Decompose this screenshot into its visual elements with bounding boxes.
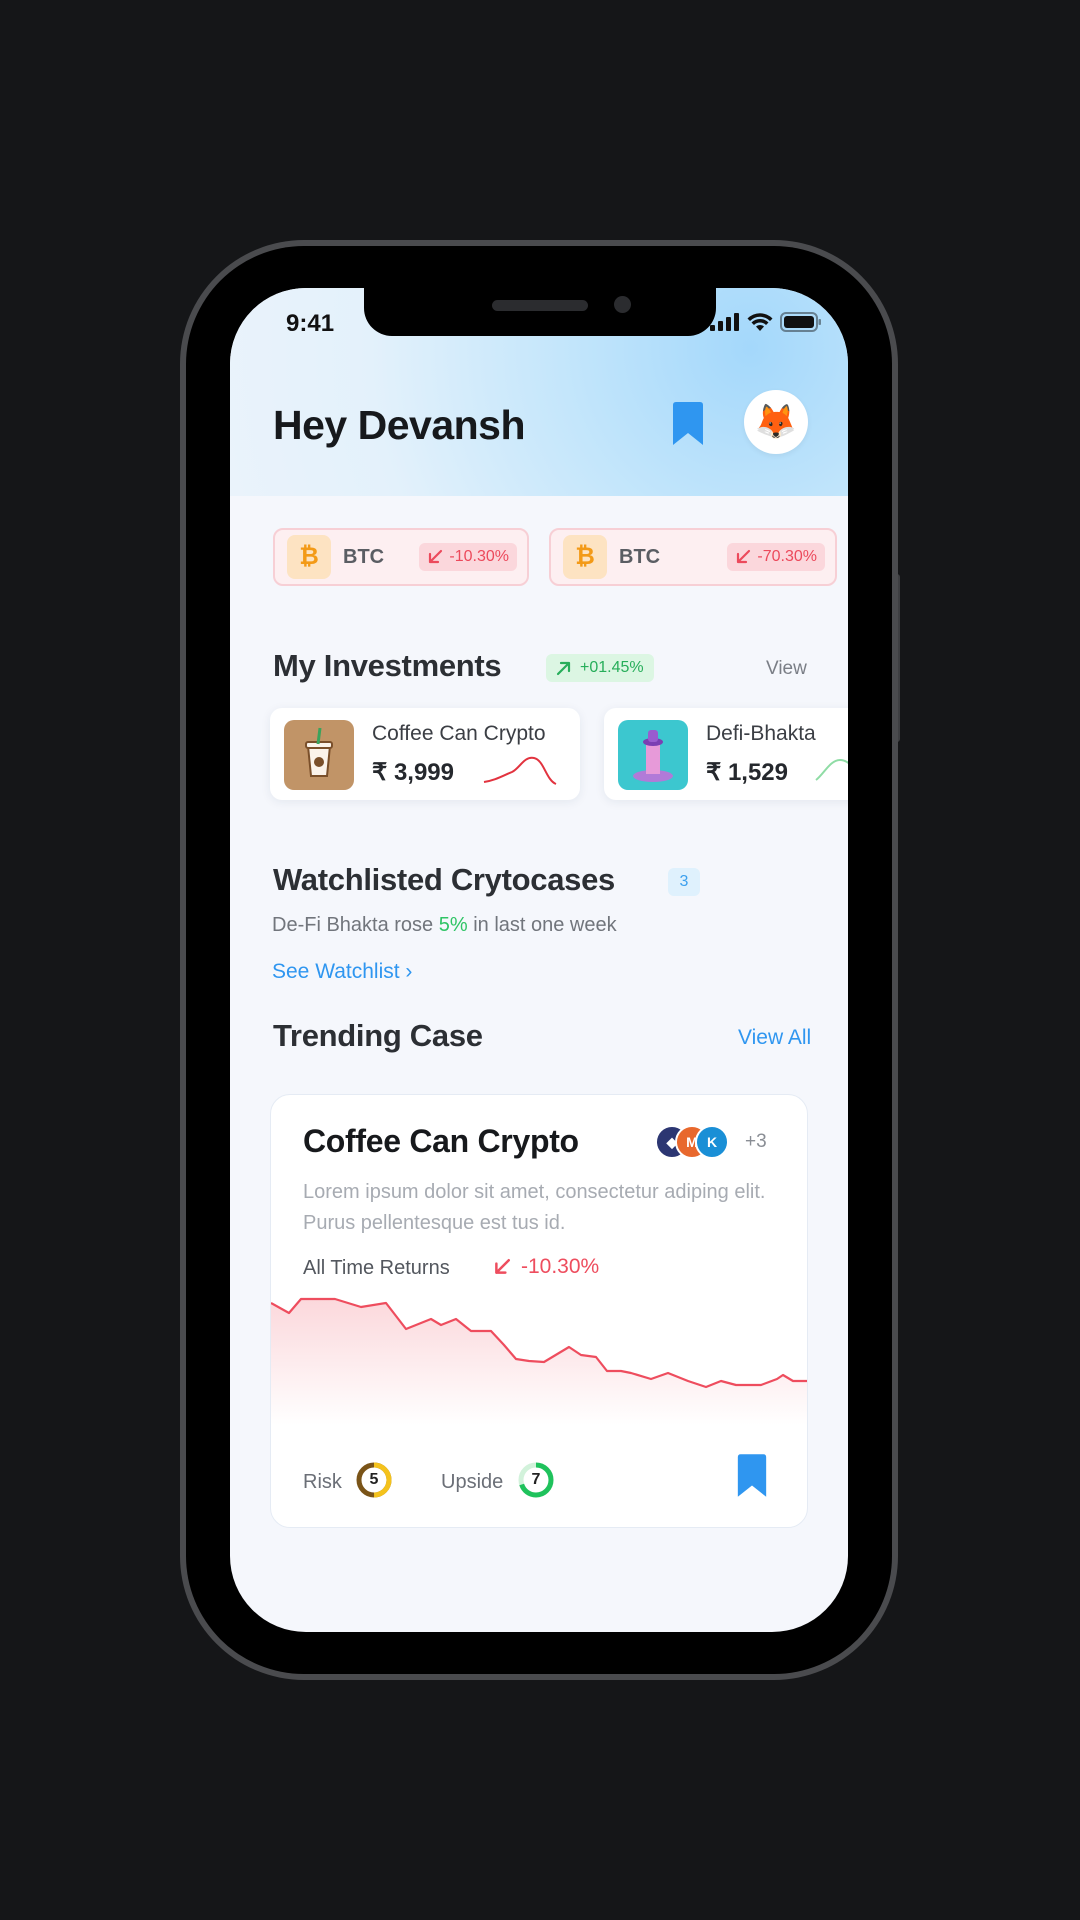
returns-line-chart [271,1297,807,1425]
defi-tower-icon [618,720,688,790]
case-title: Coffee Can Crypto [303,1123,579,1159]
investment-price: ₹ 1,529 [706,759,788,786]
status-icons [710,312,822,332]
risk-meter: 5 [355,1461,393,1504]
watchlist-title: Watchlisted Crytocases [273,862,615,897]
trending-case-card[interactable]: Coffee Can Crypto ◆ M K +3 Lorem ipsum d… [270,1094,808,1528]
speaker-grille [492,300,588,311]
front-camera [614,296,631,313]
phone-notch [364,288,716,336]
watchlist-summary-prefix: De-Fi Bhakta rose [272,914,439,936]
arrow-up-right-icon [556,661,571,676]
ticker-symbol: BTC [619,545,661,568]
app-screen: 9:41 Hey Devansh 🦊 ₿ BTC -10.30% ₿ BTC -… [230,288,848,1632]
status-time: 9:41 [286,310,335,337]
view-all-link[interactable]: View All [738,1026,811,1050]
sparkline-chart [483,756,557,785]
more-coins-count: +3 [745,1131,767,1152]
arrow-down-left-icon [429,549,443,564]
risk-value: 5 [369,1471,379,1488]
coin-logo-stack: ◆ M K [655,1125,735,1161]
avatar[interactable]: 🦊 [744,390,808,454]
coin-logo-icon: K [695,1125,729,1159]
investments-title: My Investments [273,648,502,683]
ticker-symbol: BTC [343,545,385,568]
ticker-card[interactable]: ₿ BTC -70.30% [549,528,837,586]
returns-label: All Time Returns [303,1257,450,1279]
upside-value: 7 [531,1471,541,1488]
battery-icon [780,312,821,332]
investments-gain-badge: +01.45% [546,654,654,682]
bitcoin-icon: ₿ [287,535,331,579]
wifi-icon [747,312,773,331]
ticker-change-badge: -10.30% [419,543,517,571]
ticker-change-badge: -70.30% [727,543,825,571]
greeting-title: Hey Devansh [273,402,526,448]
upside-label: Upside [441,1471,504,1493]
arrow-down-left-icon [737,549,751,564]
investments-gain: +01.45% [580,659,644,676]
investment-name: Defi-Bhakta [706,722,816,745]
watchlist-summary-highlight: 5% [438,914,468,936]
bookmark-icon [737,1454,767,1497]
see-watchlist-link[interactable]: See Watchlist › [272,960,412,984]
bookmark-icon [673,402,703,445]
case-description: Lorem ipsum dolor sit amet, consectetur … [303,1181,766,1234]
investment-card[interactable]: Coffee Can Crypto ₹ 3,999 [270,708,580,800]
returns-value: -10.30% [521,1255,600,1278]
sparkline-chart [815,758,848,781]
ticker-change: -70.30% [757,548,817,565]
investments-view-link[interactable]: View [766,658,807,680]
coffee-cup-icon [284,720,354,790]
watchlist-summary: De-Fi Bhakta rose 5% in last one week [272,914,617,937]
watchlist-summary-suffix: in last one week [467,914,617,936]
bitcoin-icon: ₿ [563,535,607,579]
ticker-change: -10.30% [449,548,509,565]
bookmarks-button[interactable] [670,402,706,446]
trending-title: Trending Case [273,1018,483,1053]
risk-label: Risk [303,1471,342,1493]
upside-meter: 7 [517,1461,555,1504]
investment-card[interactable]: Defi-Bhakta ₹ 1,529 [604,708,848,800]
ticker-card[interactable]: ₿ BTC -10.30% [273,528,529,586]
investment-name: Coffee Can Crypto [372,722,546,745]
watchlist-count-badge: 3 [668,868,700,896]
arrow-down-left-icon [495,1259,510,1274]
returns-value-group: -10.30% [493,1255,599,1279]
save-case-button[interactable] [735,1453,771,1499]
phone-frame: 9:41 Hey Devansh 🦊 ₿ BTC -10.30% ₿ BTC -… [186,246,892,1674]
investment-price: ₹ 3,999 [372,759,454,786]
